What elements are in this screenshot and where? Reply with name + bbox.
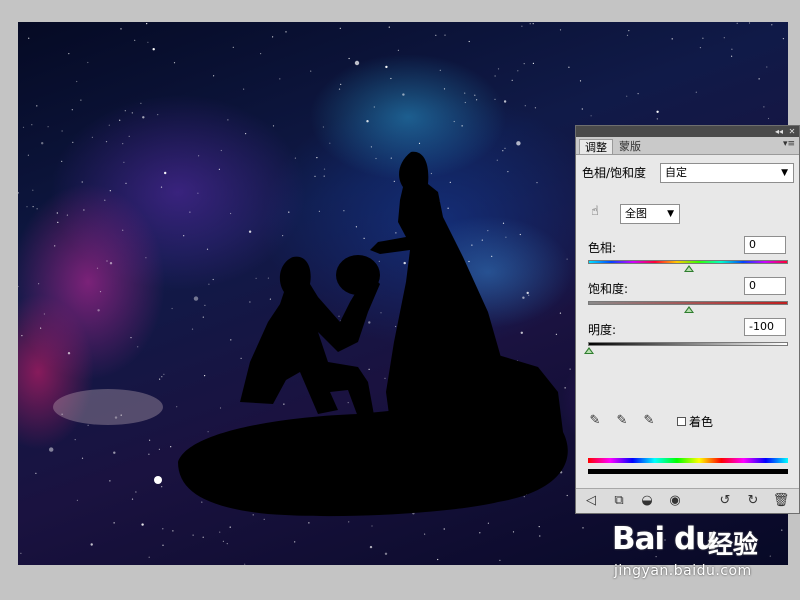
channel-dropdown[interactable]: 全图 ▼: [620, 204, 680, 224]
silhouette-bride: [370, 151, 508, 422]
panel-footer: ◁ ⧉ ◒ ◉ ↺ ↻ 🗑: [576, 488, 799, 513]
panel-tab-row: 调整 蒙版 ▾≡: [576, 137, 799, 155]
baidu-jingyan-watermark: Bai du 经验 jingyan.baidu.com: [600, 515, 800, 585]
panel-menu-icon[interactable]: ▾≡: [783, 139, 795, 149]
back-arrow-icon[interactable]: ◁: [582, 492, 600, 510]
trash-icon[interactable]: 🗑: [772, 492, 790, 510]
hue-label: 色相:: [588, 241, 617, 255]
preset-dropdown[interactable]: 自定 ▼: [660, 163, 794, 183]
saturation-input[interactable]: 0: [744, 277, 786, 295]
adjustment-name: 色相/饱和度: [582, 166, 647, 180]
reset-icon[interactable]: ↻: [744, 492, 762, 510]
input-color-bar: [588, 458, 788, 463]
eyedropper-icon[interactable]: ✎: [586, 412, 604, 430]
saturation-label: 饱和度:: [588, 282, 629, 296]
watermark-brand: Bai du: [612, 521, 717, 557]
output-color-bar: [588, 469, 788, 474]
preset-value: 自定: [665, 166, 687, 179]
collapse-icon[interactable]: ◂◂: [773, 126, 785, 137]
panel-titlebar[interactable]: ◂◂ ✕: [576, 126, 799, 137]
previous-state-icon[interactable]: ↺: [716, 492, 734, 510]
lightness-slider-track[interactable]: [588, 342, 788, 346]
close-icon[interactable]: ✕: [786, 126, 798, 137]
saturation-slider-thumb[interactable]: [684, 306, 694, 313]
lightness-label: 明度:: [588, 323, 617, 337]
visibility-eye-icon[interactable]: ◉: [666, 492, 684, 510]
eyedropper-plus-icon[interactable]: ✎: [613, 412, 631, 430]
silhouette-base: [178, 352, 568, 517]
lightness-input[interactable]: -100: [744, 318, 786, 336]
lightness-slider-thumb[interactable]: [584, 347, 594, 354]
chevron-down-icon: ▼: [781, 168, 788, 178]
watermark-product: 经验: [708, 530, 759, 559]
hue-input[interactable]: 0: [744, 236, 786, 254]
targeted-adjustment-hand-icon[interactable]: ☝: [586, 203, 604, 221]
eyedropper-minus-icon[interactable]: ✎: [640, 412, 658, 430]
clip-to-layer-icon[interactable]: ◒: [638, 492, 656, 510]
adjustments-panel: ◂◂ ✕ 调整 蒙版 ▾≡ 色相/饱和度 自定 ▼ ☝ 全图 ▼ 色相: 0 饱…: [575, 125, 800, 514]
chevron-down-icon: ▼: [667, 209, 674, 219]
colorize-checkbox[interactable]: [677, 417, 686, 426]
channel-value: 全图: [625, 207, 647, 220]
colorize-label: 着色: [689, 415, 714, 429]
hue-slider-track[interactable]: [588, 260, 788, 264]
tab-masks[interactable]: 蒙版: [614, 139, 646, 154]
saturation-slider-track[interactable]: [588, 301, 788, 305]
hue-slider-thumb[interactable]: [684, 265, 694, 272]
tab-adjustments[interactable]: 调整: [579, 139, 613, 154]
expand-view-icon[interactable]: ⧉: [610, 492, 628, 510]
watermark-url: jingyan.baidu.com: [614, 563, 752, 579]
